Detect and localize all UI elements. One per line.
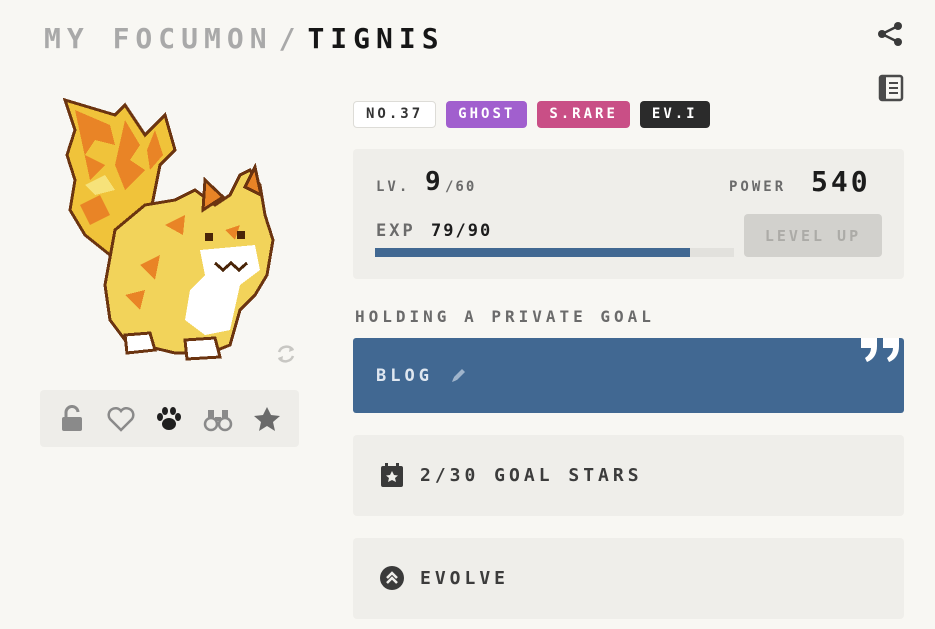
evolution-tag: EV.I: [639, 101, 710, 128]
rarity-tag: S.RARE: [537, 101, 630, 128]
calendar-star-icon: [381, 463, 403, 487]
exp-progress-fill: [375, 248, 691, 257]
power-value: 540: [811, 165, 871, 198]
goal-stars-row[interactable]: 2/30 GOAL STARS: [353, 435, 904, 516]
evolve-label: EVOLVE: [420, 568, 510, 589]
exp-value: 79/90: [431, 221, 493, 241]
binoculars-icon[interactable]: [203, 404, 233, 434]
heart-icon[interactable]: [106, 404, 136, 434]
tag-list: NO.37 GHOST S.RARE EV.I: [353, 101, 710, 128]
paw-icon[interactable]: [154, 404, 184, 434]
breadcrumb-separator: /: [278, 22, 302, 55]
evolve-row[interactable]: EVOLVE: [353, 538, 904, 619]
quote-icon: [861, 338, 899, 362]
pencil-icon[interactable]: [450, 366, 468, 384]
exp-progress-bar: [375, 248, 734, 257]
journal-icon[interactable]: [878, 74, 904, 102]
power-label: POWER: [729, 179, 787, 195]
exp-label: EXP: [376, 221, 416, 241]
share-icon[interactable]: [876, 20, 904, 48]
holding-goal-label: HOLDING A PRIVATE GOAL: [355, 307, 655, 326]
level-max: /60: [445, 179, 477, 195]
goal-title: BLOG: [376, 366, 433, 386]
type-tag: GHOST: [446, 101, 528, 128]
goal-card[interactable]: BLOG: [353, 338, 904, 413]
creature-image: [62, 97, 275, 361]
page-title: TIGNIS: [307, 22, 445, 55]
breadcrumb: MY FOCUMON / TIGNIS: [44, 22, 445, 55]
level-value: 9: [425, 167, 441, 197]
stats-card: LV. 9 /60 POWER 540 EXP 79/90 LEVEL UP: [353, 149, 904, 279]
chevrons-up-icon: [380, 566, 404, 590]
refresh-icon[interactable]: [274, 342, 298, 366]
unlock-icon[interactable]: [57, 404, 87, 434]
star-badge-icon[interactable]: [252, 404, 282, 434]
action-bar: [40, 390, 299, 447]
breadcrumb-my-focumon[interactable]: MY FOCUMON: [44, 22, 273, 55]
number-tag: NO.37: [353, 101, 437, 128]
level-label: LV.: [376, 179, 411, 195]
level-up-button[interactable]: LEVEL UP: [744, 214, 882, 257]
goal-stars-label: 2/30 GOAL STARS: [420, 465, 643, 486]
